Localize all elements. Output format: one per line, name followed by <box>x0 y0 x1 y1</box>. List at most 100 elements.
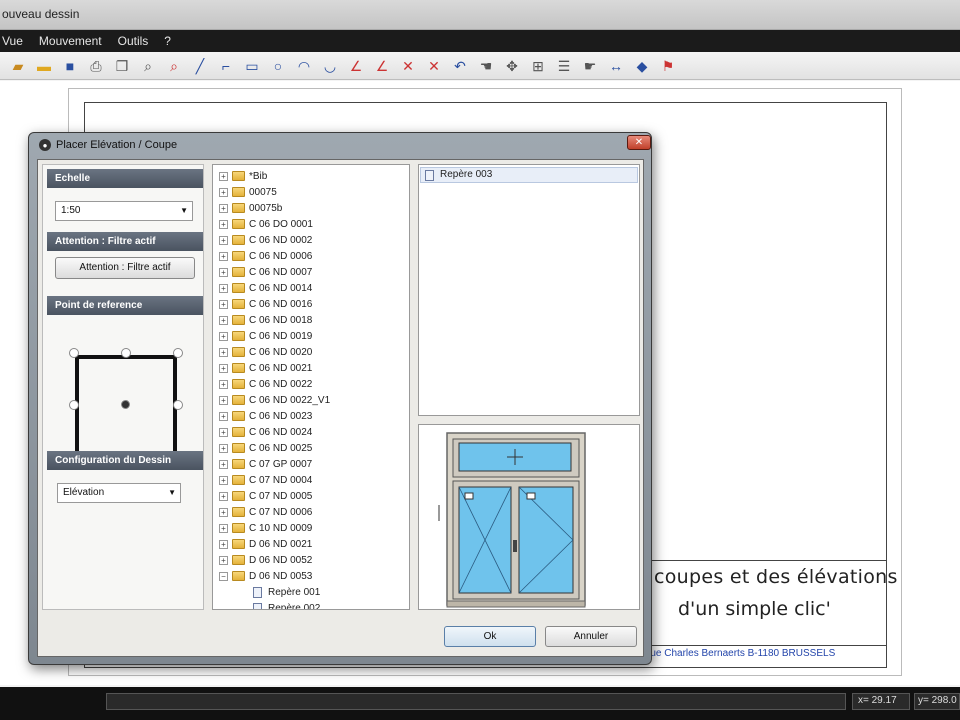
expand-icon[interactable]: + <box>219 395 228 405</box>
new-icon[interactable]: ▰ <box>8 56 28 76</box>
tree-item[interactable]: + C 06 ND 0002 <box>219 232 312 248</box>
tree-item[interactable]: + C 06 ND 0023 <box>219 408 312 424</box>
cross-icon[interactable]: ✕ <box>398 56 418 76</box>
expand-icon[interactable]: + <box>219 347 228 357</box>
tree-item[interactable]: + *Bib <box>219 168 267 184</box>
ref-point-top-right[interactable] <box>173 348 183 358</box>
expand-icon[interactable]: + <box>219 411 228 421</box>
ref-point-left[interactable] <box>69 400 79 410</box>
menu-outils[interactable]: Outils <box>116 30 151 52</box>
list-item[interactable]: Repère 003 <box>420 167 638 183</box>
tree-item[interactable]: + C 10 ND 0009 <box>219 520 312 536</box>
expand-icon[interactable]: + <box>219 475 228 485</box>
zoom-area-icon[interactable]: ⌕ <box>164 56 184 76</box>
open-folder-icon[interactable]: ▬ <box>34 56 54 76</box>
expand-icon[interactable]: + <box>219 427 228 437</box>
menu-vue[interactable]: Vue <box>0 30 25 52</box>
expand-icon[interactable]: + <box>219 219 228 229</box>
expand-icon[interactable]: + <box>219 331 228 341</box>
move-icon[interactable]: ✥ <box>502 56 522 76</box>
ref-point-top-left[interactable] <box>69 348 79 358</box>
expand-icon[interactable]: + <box>219 363 228 373</box>
tree-item[interactable]: + C 06 ND 0014 <box>219 280 312 296</box>
rectangle-icon[interactable]: ▭ <box>242 56 262 76</box>
layers-icon[interactable]: ☰ <box>554 56 574 76</box>
expand-icon[interactable]: + <box>219 443 228 453</box>
tree-item[interactable]: + C 06 DO 0001 <box>219 216 313 232</box>
delete-icon[interactable]: ✕ <box>424 56 444 76</box>
menu-help[interactable]: ? <box>162 30 173 52</box>
expand-icon[interactable]: + <box>219 203 228 213</box>
expand-icon[interactable]: + <box>219 235 228 245</box>
ok-button[interactable]: Ok <box>444 626 536 647</box>
config-dropdown[interactable]: Elévation ▼ <box>57 483 181 503</box>
expand-icon[interactable]: + <box>219 539 228 549</box>
grid-icon[interactable]: ⊞ <box>528 56 548 76</box>
tree-item[interactable]: Repère 001 <box>253 584 320 600</box>
tree-item[interactable]: + C 07 GP 0007 <box>219 456 312 472</box>
polyline-icon[interactable]: ⌐ <box>216 56 236 76</box>
tree-item[interactable]: + C 06 ND 0022 <box>219 376 312 392</box>
ref-point-right[interactable] <box>173 400 183 410</box>
tree-item[interactable]: + D 06 ND 0021 <box>219 536 312 552</box>
tree-item[interactable]: +00075 <box>219 184 277 200</box>
line-icon[interactable]: ╱ <box>190 56 210 76</box>
tree-item-label: C 06 ND 0019 <box>249 330 313 342</box>
zoom-icon[interactable]: ⌕ <box>138 56 158 76</box>
hand-icon[interactable]: ☚ <box>476 56 496 76</box>
expand-icon[interactable]: + <box>219 555 228 565</box>
expand-icon[interactable]: + <box>219 171 228 181</box>
pan-icon[interactable]: ☛ <box>580 56 600 76</box>
circle-icon[interactable]: ○ <box>268 56 288 76</box>
tree-item[interactable]: + D 06 ND 0052 <box>219 552 312 568</box>
arc-icon[interactable]: ◠ <box>294 56 314 76</box>
arrow-icon[interactable]: ◆ <box>632 56 652 76</box>
expand-icon[interactable]: + <box>219 267 228 277</box>
scale-dropdown[interactable]: 1:50 ▼ <box>55 201 193 221</box>
tree-item[interactable]: + C 06 ND 0006 <box>219 248 312 264</box>
expand-icon[interactable]: + <box>219 491 228 501</box>
expand-icon[interactable]: + <box>219 187 228 197</box>
tree-item[interactable]: + C 06 ND 0019 <box>219 328 312 344</box>
expand-icon[interactable]: + <box>219 459 228 469</box>
expand-icon[interactable]: + <box>219 379 228 389</box>
arc2-icon[interactable]: ◡ <box>320 56 340 76</box>
flag-icon[interactable]: ⚑ <box>658 56 678 76</box>
filter-active-button[interactable]: Attention : Filtre actif <box>55 257 195 279</box>
tree-item[interactable]: + C 07 ND 0006 <box>219 504 312 520</box>
tree-item[interactable]: − D 06 ND 0053 <box>219 568 312 584</box>
tree-item[interactable]: + C 06 ND 0024 <box>219 424 312 440</box>
ref-point-top[interactable] <box>121 348 131 358</box>
tree-item[interactable]: + C 07 ND 0004 <box>219 472 312 488</box>
collapse-icon[interactable]: − <box>219 571 228 581</box>
angle2-icon[interactable]: ∠ <box>372 56 392 76</box>
tree-item[interactable]: + C 06 ND 0016 <box>219 296 312 312</box>
tree-item[interactable]: + C 06 ND 0022_V1 <box>219 392 330 408</box>
tree-item[interactable]: Repère 002 <box>253 600 320 609</box>
save-icon[interactable]: ■ <box>60 56 80 76</box>
configuration-header: Configuration du Dessin <box>47 451 203 470</box>
tree-item[interactable]: + C 06 ND 0020 <box>219 344 312 360</box>
expand-icon[interactable]: + <box>219 299 228 309</box>
ref-point-center[interactable] <box>121 400 130 409</box>
dimension-icon[interactable]: ↔ <box>606 56 626 76</box>
tree-item[interactable]: + C 06 ND 0018 <box>219 312 312 328</box>
expand-icon[interactable]: + <box>219 251 228 261</box>
close-button[interactable]: ✕ <box>627 135 651 150</box>
expand-icon[interactable]: + <box>219 523 228 533</box>
expand-icon[interactable]: + <box>219 315 228 325</box>
tree-item[interactable]: +00075b <box>219 200 282 216</box>
expand-icon[interactable]: + <box>219 283 228 293</box>
expand-icon[interactable]: + <box>219 507 228 517</box>
copy-icon[interactable]: ❐ <box>112 56 132 76</box>
print-icon[interactable]: ⎙ <box>86 56 106 76</box>
tree-item[interactable]: + C 06 ND 0007 <box>219 264 312 280</box>
cancel-button[interactable]: Annuler <box>545 626 637 647</box>
tree-item[interactable]: + C 07 ND 0005 <box>219 488 312 504</box>
tree-item[interactable]: + C 06 ND 0025 <box>219 440 312 456</box>
undo-icon[interactable]: ↶ <box>450 56 470 76</box>
angle-icon[interactable]: ∠ <box>346 56 366 76</box>
menu-mouvement[interactable]: Mouvement <box>37 30 104 52</box>
tree-item[interactable]: + C 06 ND 0021 <box>219 360 312 376</box>
window-preview <box>418 424 640 610</box>
